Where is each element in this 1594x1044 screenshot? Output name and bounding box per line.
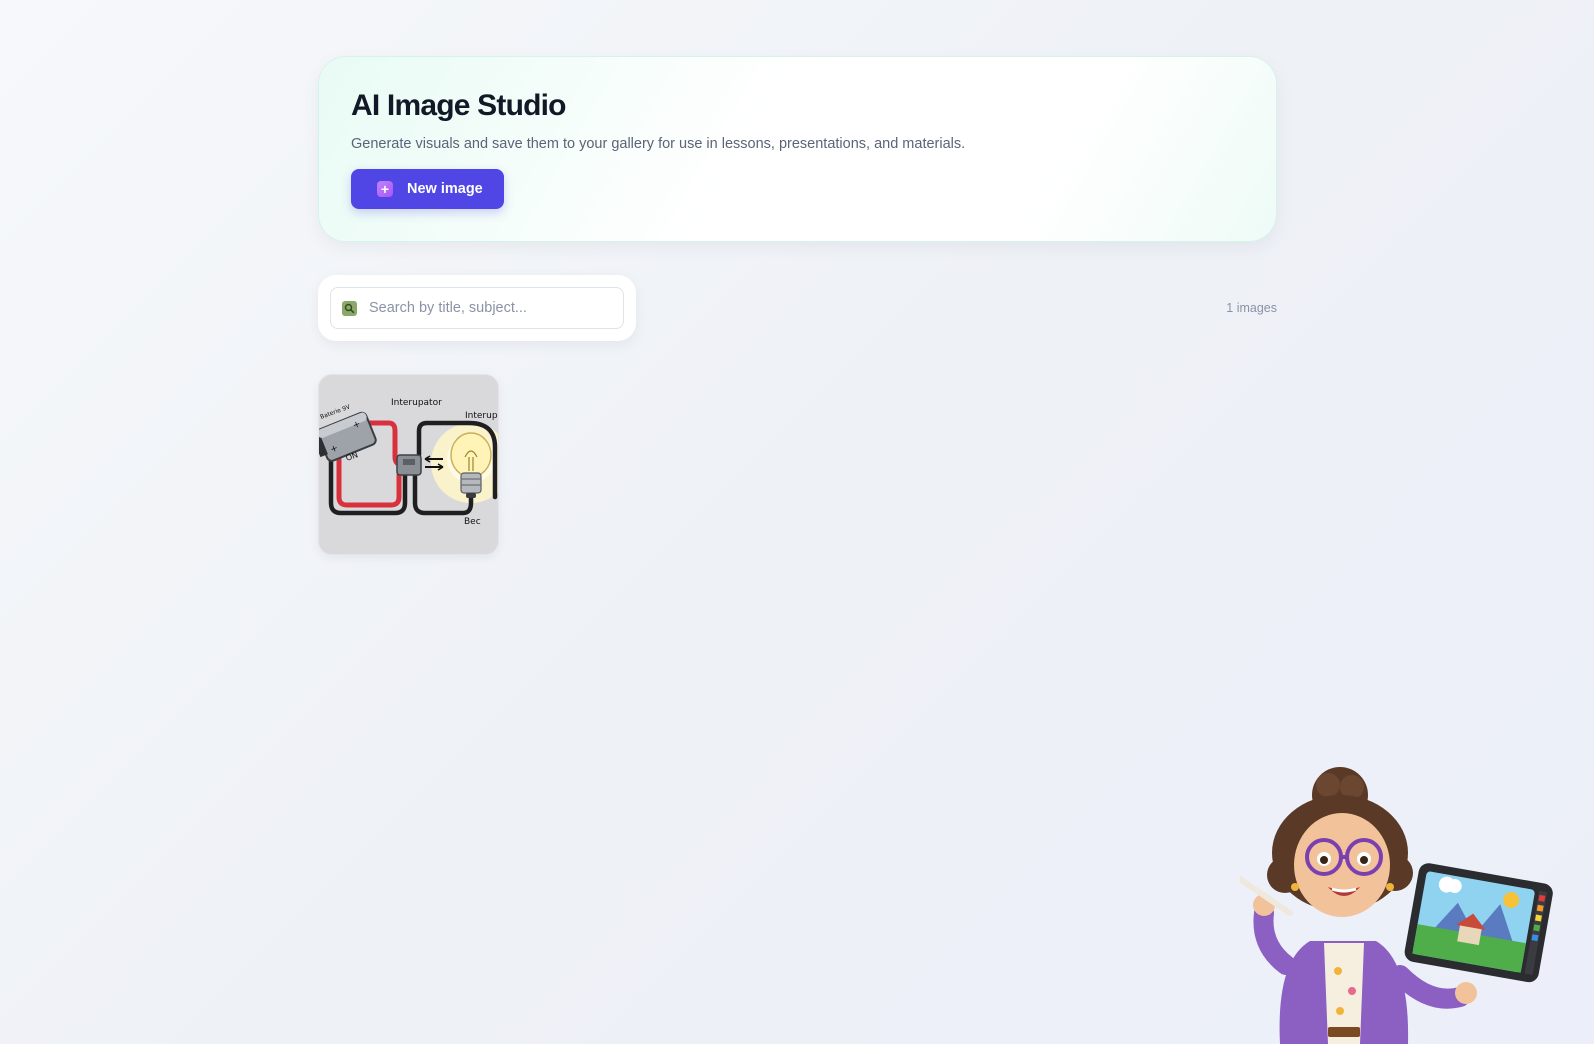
plus-icon: + bbox=[377, 181, 393, 197]
search-input[interactable] bbox=[369, 289, 619, 327]
new-image-button-label: New image bbox=[407, 181, 483, 197]
circuit-label-switch: Interupator bbox=[391, 398, 442, 408]
circuit-label-bulb: Bec bbox=[464, 517, 481, 527]
image-count: 1 images bbox=[1226, 301, 1277, 315]
page: AI Image Studio Generate visuals and sav… bbox=[0, 0, 1594, 1044]
page-subtitle: Generate visuals and save them to your g… bbox=[351, 136, 966, 152]
circuit-label-switch-2: Interupo bbox=[465, 411, 499, 421]
search-icon bbox=[342, 301, 357, 316]
mascot-illustration bbox=[1240, 767, 1553, 1044]
gallery-item[interactable]: + + Interupator Interupo Baterie 9V ON B… bbox=[318, 374, 499, 555]
search-card bbox=[318, 275, 636, 341]
new-image-button[interactable]: + New image bbox=[351, 169, 504, 209]
circuit-diagram-image: + + Interupator Interupo Baterie 9V ON B… bbox=[319, 375, 499, 554]
hero-card: AI Image Studio Generate visuals and sav… bbox=[318, 56, 1277, 242]
page-title: AI Image Studio bbox=[351, 89, 566, 122]
search-box[interactable] bbox=[330, 287, 624, 329]
